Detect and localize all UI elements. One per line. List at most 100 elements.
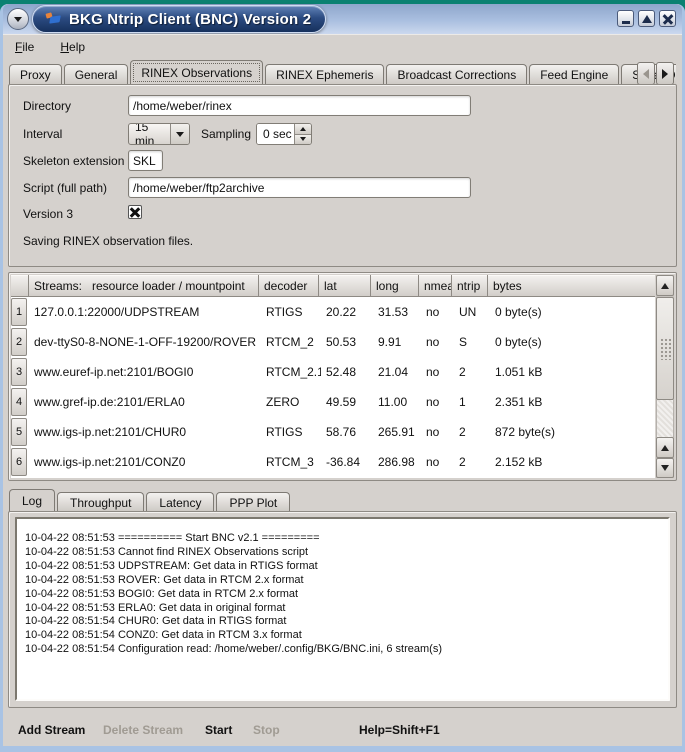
tab-log[interactable]: Log [9,489,55,512]
sampling-increment-button[interactable] [295,124,311,134]
menu-file[interactable]: File [13,38,36,56]
add-stream-button[interactable]: Add Stream [18,723,85,737]
scrollbar-up-button-2[interactable] [656,437,674,458]
tab-proxy[interactable]: Proxy [9,64,62,85]
header-decoder[interactable]: decoder [259,275,319,297]
maximize-button[interactable] [638,10,655,27]
interval-label: Interval [23,127,62,141]
cell-bytes: 2.152 kB [490,455,655,469]
chevron-down-icon [14,17,22,22]
title-bubble: BKG Ntrip Client (BNC) Version 2.1 [32,5,326,33]
cell-bytes: 0 byte(s) [490,305,655,319]
cell-long: 11.00 [373,395,421,409]
maximize-icon [642,15,652,23]
tab-scroll-left-button[interactable] [637,62,655,85]
minimize-icon [622,21,630,24]
scrollbar-down-button[interactable] [656,458,674,478]
scrollbar-thumb[interactable] [656,297,674,400]
interval-dropdown-button[interactable] [170,124,189,144]
help-shortcut-label: Help=Shift+F1 [359,723,440,737]
table-row[interactable]: 3 www.euref-ip.net:2101/BOGI0 RTCM_2.1 5… [11,357,655,387]
minimize-button[interactable] [617,10,634,27]
cell-long: 265.91 [373,425,421,439]
table-row[interactable]: 1 127.0.0.1:22000/UDPSTREAM RTIGS 20.22 … [11,297,655,327]
delete-stream-button[interactable]: Delete Stream [103,723,183,737]
header-bytes[interactable]: bytes [488,275,655,297]
tab-broadcast-corrections[interactable]: Broadcast Corrections [386,64,527,85]
tab-latency[interactable]: Latency [146,492,214,512]
header-long[interactable]: long [371,275,419,297]
row-number[interactable]: 2 [11,328,27,356]
header-ntrip[interactable]: ntrip [452,275,488,297]
row-number[interactable]: 1 [11,298,27,326]
log-line: 10-04-22 08:51:53 ROVER: Get data in RTC… [25,574,660,588]
cell-long: 31.53 [373,305,421,319]
statusbar: Add Stream Delete Stream Start Stop Help… [3,714,682,746]
tab-feed-engine[interactable]: Feed Engine [529,64,619,85]
cell-bytes: 872 byte(s) [490,425,655,439]
stop-button[interactable]: Stop [253,723,280,737]
row-number[interactable]: 3 [11,358,27,386]
cell-mountpoint: www.gref-ip.de:2101/ERLA0 [29,395,261,409]
sampling-spinbox[interactable]: 0 sec [256,123,312,145]
bnc-app-icon [45,12,61,26]
cell-decoder: RTIGS [261,305,321,319]
tab-scroll-right-button[interactable] [656,62,674,85]
cell-lat: 52.48 [321,365,373,379]
directory-label: Directory [23,99,71,113]
grip-dots-icon [660,338,671,360]
script-path-input[interactable] [128,177,471,198]
log-line: 10-04-22 08:51:53 ========== Start BNC v… [25,532,660,546]
header-lat[interactable]: lat [319,275,371,297]
row-number[interactable]: 6 [11,448,27,476]
cell-decoder: ZERO [261,395,321,409]
row-number[interactable]: 5 [11,418,27,446]
spin-down-icon [300,137,306,141]
close-button[interactable] [659,10,676,27]
log-text-area[interactable]: 10-04-22 08:51:53 ========== Start BNC v… [15,517,670,701]
header-corner-cell[interactable] [11,275,29,297]
directory-input[interactable] [128,95,471,116]
skeleton-extension-input[interactable] [128,150,163,171]
cell-nmea: no [421,425,454,439]
streams-table-header: Streams: resource loader / mountpoint de… [11,275,655,297]
row-number[interactable]: 4 [11,388,27,416]
window-menu-button[interactable] [7,8,29,30]
log-line: 10-04-22 08:51:54 Configuration read: /h… [25,643,660,657]
start-button[interactable]: Start [205,723,232,737]
log-line: 10-04-22 08:51:53 BOGI0: Get data in RTC… [25,588,660,602]
sampling-label: Sampling [201,127,251,141]
arrow-up-icon [661,445,669,451]
sampling-value: 0 sec [257,124,294,144]
table-row[interactable]: 6 www.igs-ip.net:2101/CONZ0 RTCM_3 -36.8… [11,447,655,477]
table-row[interactable]: 2 dev-ttyS0-8-NONE-1-OFF-19200/ROVER RTC… [11,327,655,357]
chevron-right-icon [662,69,668,79]
version3-checkbox[interactable] [128,205,142,219]
cell-mountpoint: www.igs-ip.net:2101/CONZ0 [29,455,261,469]
tab-throughput[interactable]: Throughput [57,492,144,512]
tab-general[interactable]: General [64,64,129,85]
checkbox-check-icon [129,206,141,218]
tab-rinex-observations[interactable]: RINEX Observations [130,60,263,85]
sampling-decrement-button[interactable] [295,134,311,145]
table-vertical-scrollbar[interactable] [656,275,674,478]
cell-ntrip: 2 [454,455,490,469]
scrollbar-up-button[interactable] [656,275,674,296]
cell-ntrip: 1 [454,395,490,409]
cell-lat: 58.76 [321,425,373,439]
tab-ppp-plot[interactable]: PPP Plot [216,492,290,512]
settings-tabbar: Proxy General RINEX Observations RINEX E… [9,60,676,85]
tab-rinex-ephemeris[interactable]: RINEX Ephemeris [265,64,384,85]
menu-help[interactable]: Help [58,38,87,56]
titlebar[interactable]: BKG Ntrip Client (BNC) Version 2.1 [3,4,682,34]
interval-combobox[interactable]: 15 min [128,123,190,145]
table-row[interactable]: 5 www.igs-ip.net:2101/CHUR0 RTIGS 58.76 … [11,417,655,447]
cell-nmea: no [421,305,454,319]
header-nmea[interactable]: nmea [419,275,452,297]
cell-ntrip: 2 [454,425,490,439]
header-streams[interactable]: Streams: resource loader / mountpoint [29,275,259,297]
table-row[interactable]: 4 www.gref-ip.de:2101/ERLA0 ZERO 49.59 1… [11,387,655,417]
cell-decoder: RTCM_3 [261,455,321,469]
interval-value: 15 min [129,124,170,144]
scrollbar-track[interactable] [656,400,674,437]
